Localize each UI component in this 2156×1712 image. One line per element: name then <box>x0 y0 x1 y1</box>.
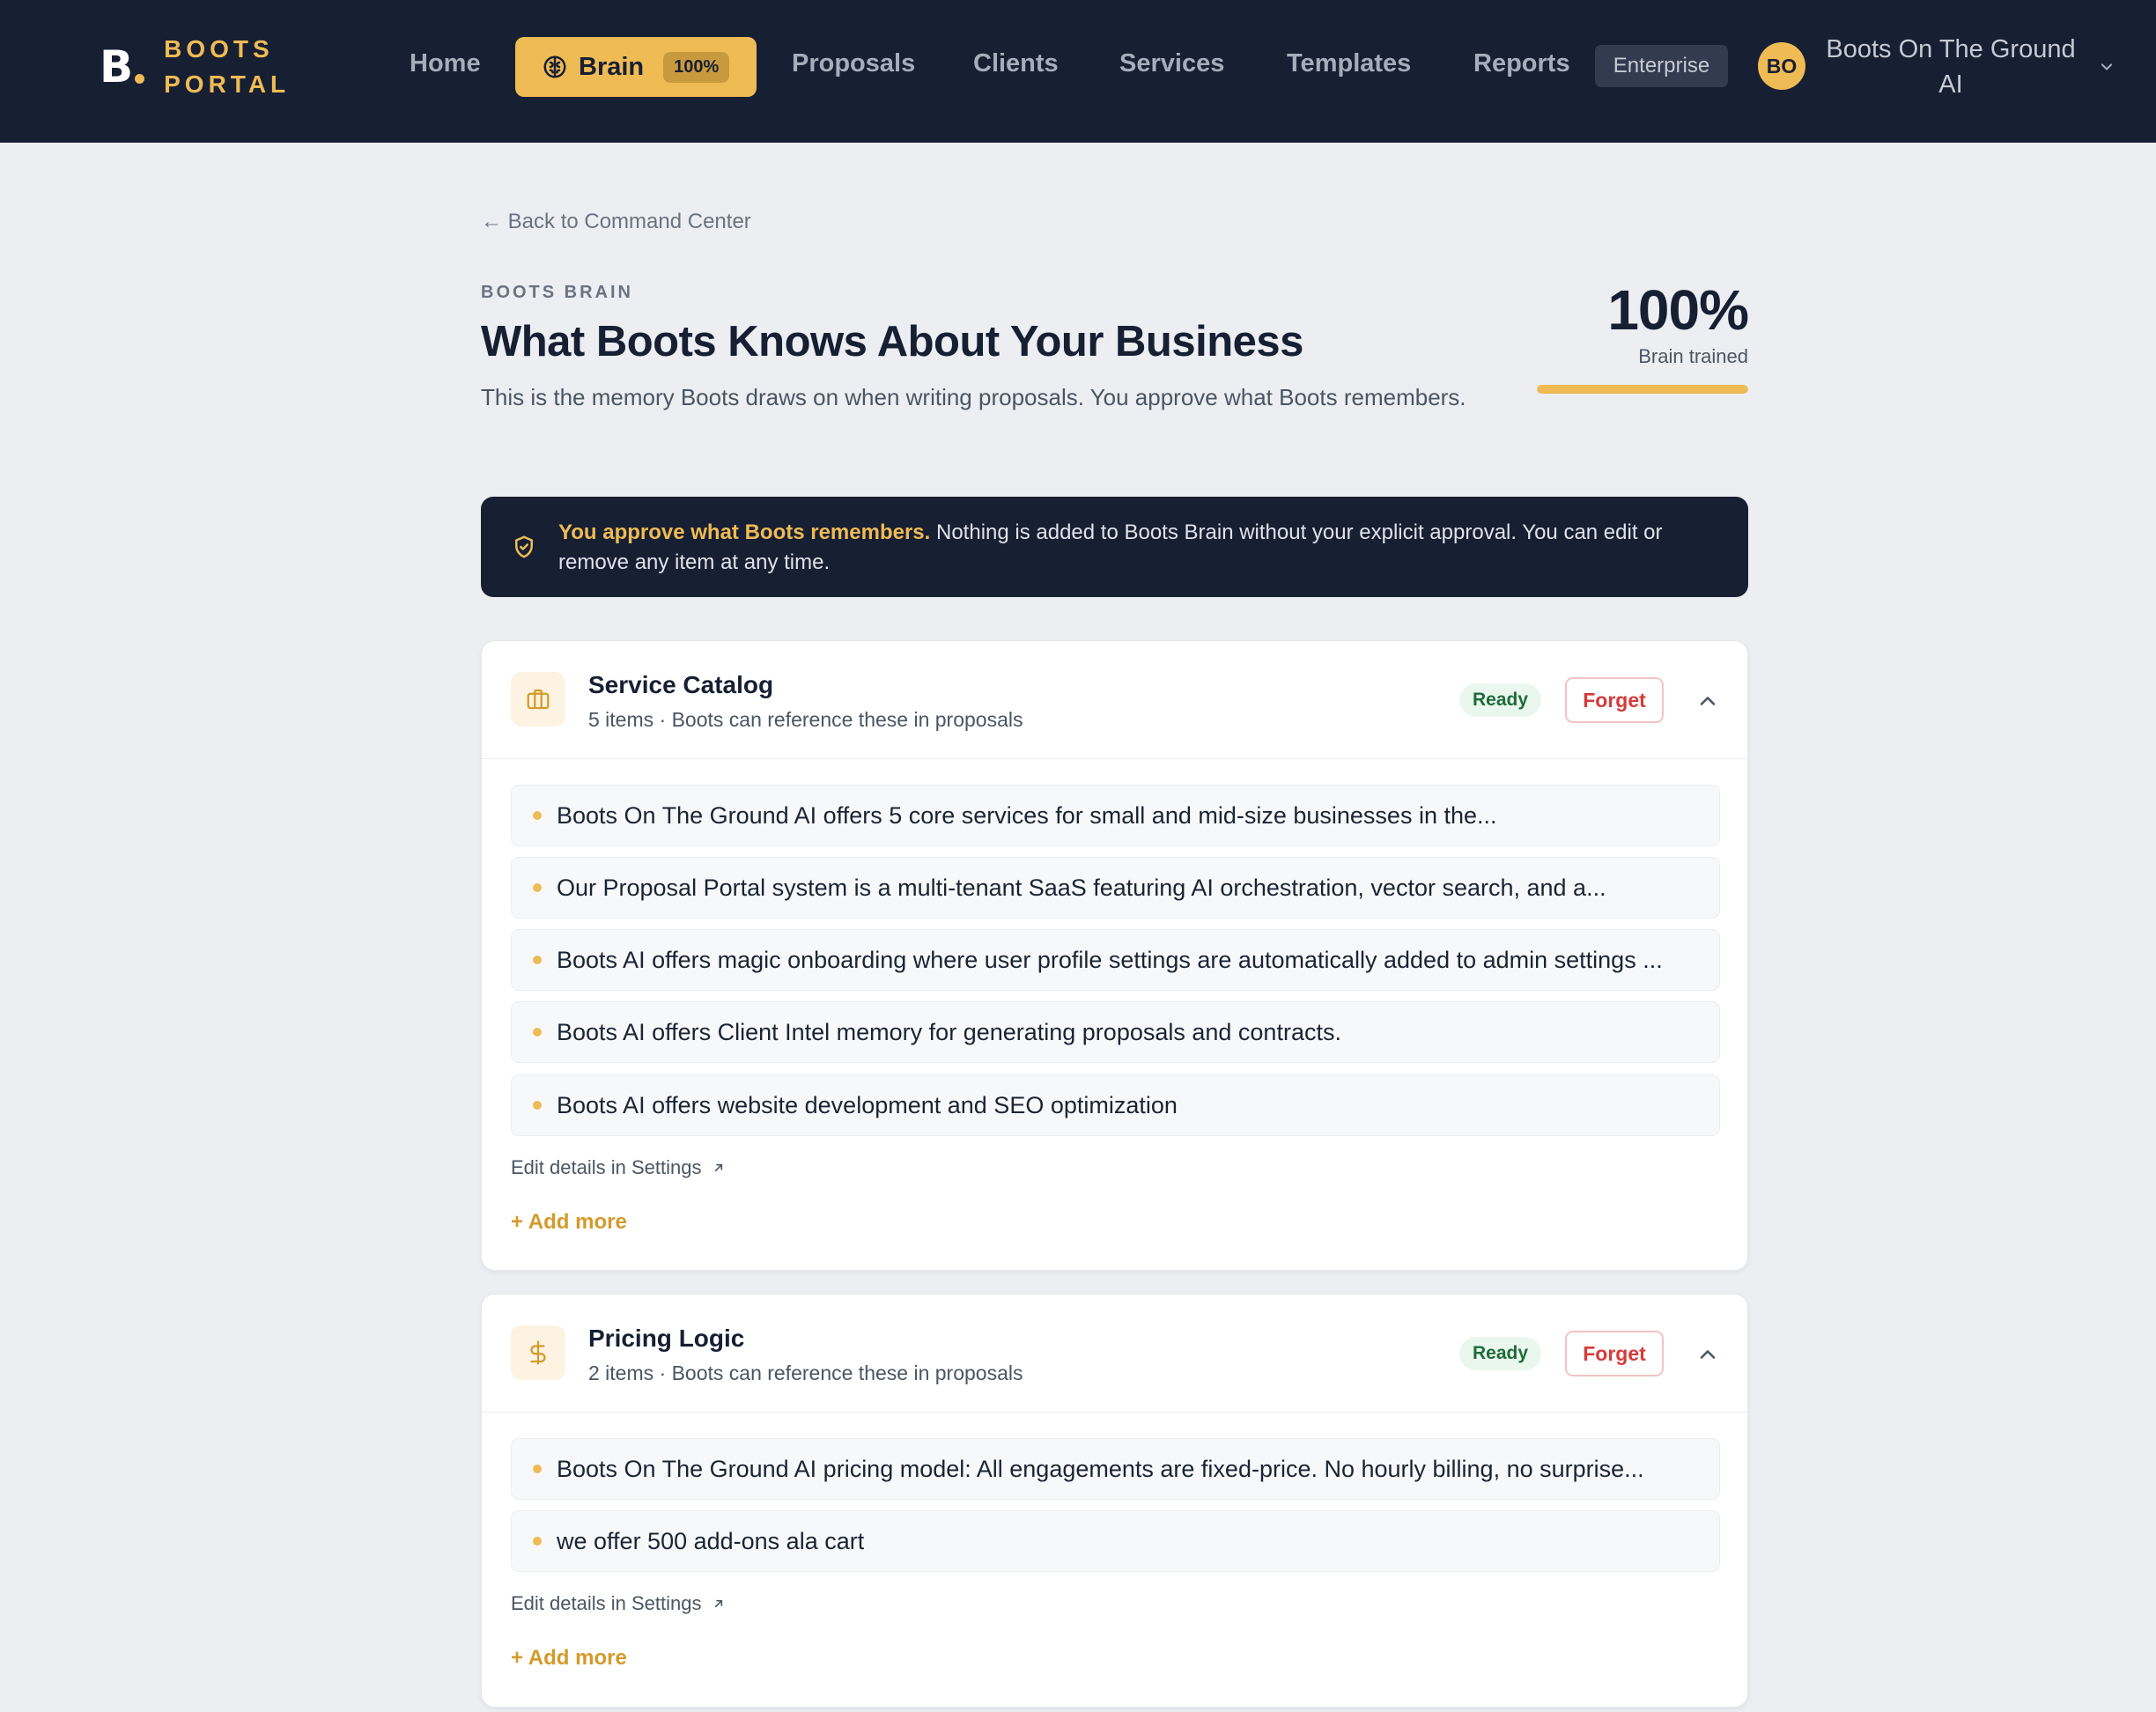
bullet-dot <box>533 1028 542 1037</box>
page-title: What Boots Knows About Your Business <box>481 318 1303 365</box>
bullet-dot <box>533 1101 542 1110</box>
brain-icon <box>543 55 566 78</box>
nav-proposals[interactable]: Proposals <box>792 49 915 78</box>
bullet-dot <box>533 1537 542 1546</box>
memory-item[interactable]: Boots On The Ground AI pricing model: Al… <box>511 1438 1720 1500</box>
bullet-dot <box>533 956 542 964</box>
bullet-dot <box>533 811 542 820</box>
logo-line-2: PORTAL <box>164 70 291 98</box>
card-title: Pricing Logic <box>588 1325 745 1352</box>
briefcase-icon <box>527 689 550 710</box>
add-more-button[interactable]: + Add more <box>511 1210 627 1235</box>
bullet-dot <box>533 883 542 892</box>
notice-text: You approve what Boots remembers. Nothin… <box>558 518 1721 578</box>
memory-item-text: we offer 500 add-ons ala cart <box>557 1527 865 1554</box>
card-subtitle: 5 items · Boots can reference these in p… <box>588 708 1023 731</box>
account-name-line-1: Boots On The Ground <box>1826 35 2076 63</box>
memory-item[interactable]: Boots AI offers magic onboarding where u… <box>511 929 1720 991</box>
logo-wordmark: BOOTS PORTAL <box>164 32 290 102</box>
service-catalog-card: Service Catalog 5 items · Boots can refe… <box>481 640 1748 1271</box>
memory-item-text: Boots AI offers magic onboarding where u… <box>557 946 1663 973</box>
nav-brain-active[interactable]: Brain 100% <box>515 37 757 97</box>
memory-item[interactable]: Our Proposal Portal system is a multi-te… <box>511 857 1720 919</box>
bullet-dot <box>533 1465 542 1473</box>
brain-trained-percent: 100% <box>1607 278 1749 342</box>
add-more-button[interactable]: + Add more <box>511 1646 627 1671</box>
card-icon-container <box>511 672 565 727</box>
approval-notice-banner: You approve what Boots remembers. Nothin… <box>481 497 1748 597</box>
card-title: Service Catalog <box>588 671 774 698</box>
nav-brain-label: Brain <box>579 52 645 81</box>
brain-percent-pill: 100% <box>663 51 730 83</box>
edit-link-label: Edit details in Settings <box>511 1592 702 1614</box>
card-header: Service Catalog 5 items · Boots can refe… <box>482 641 1747 759</box>
account-name-line-2: AI <box>1938 70 1963 99</box>
nav-reports[interactable]: Reports <box>1473 49 1570 78</box>
chevron-up-icon[interactable] <box>1695 1342 1720 1367</box>
logo-mark: B <box>100 41 134 92</box>
card-subtitle: 2 items · Boots can reference these in p… <box>588 1361 1023 1384</box>
edit-in-settings-link[interactable]: Edit details in Settings <box>511 1156 726 1179</box>
memory-item-text: Boots On The Ground AI pricing model: Al… <box>557 1455 1644 1482</box>
top-navigation-bar: B BOOTS PORTAL Home Brain 100% Proposals… <box>0 0 2156 143</box>
edit-in-settings-link[interactable]: Edit details in Settings <box>511 1592 726 1615</box>
memory-item[interactable]: we offer 500 add-ons ala cart <box>511 1510 1720 1572</box>
card-icon-container <box>511 1325 565 1380</box>
memory-item[interactable]: Boots AI offers Client Intel memory for … <box>511 1001 1720 1063</box>
forget-button[interactable]: Forget <box>1565 1331 1664 1376</box>
plan-badge: Enterprise <box>1595 45 1728 87</box>
nav-services[interactable]: Services <box>1119 49 1224 78</box>
memory-item[interactable]: Boots AI offers website development and … <box>511 1074 1720 1136</box>
memory-item-text: Boots AI offers website development and … <box>557 1091 1178 1118</box>
back-to-command-center-link[interactable]: ← Back to Command Center <box>481 210 751 234</box>
memory-item[interactable]: Boots On The Ground AI offers 5 core ser… <box>511 785 1720 846</box>
external-arrow-icon <box>715 1163 723 1172</box>
avatar[interactable]: BO <box>1758 42 1805 90</box>
logo-line-1: BOOTS <box>164 35 274 63</box>
logo-dot <box>135 73 145 84</box>
memory-item-text: Boots AI offers Client Intel memory for … <box>557 1018 1341 1045</box>
notice-strong-text: You approve what Boots remembers. <box>558 520 931 544</box>
brain-trained-label: Brain trained <box>1638 345 1748 367</box>
section-eyebrow: BOOTS BRAIN <box>481 283 633 302</box>
memory-item-text: Our Proposal Portal system is a multi-te… <box>557 874 1606 901</box>
status-badge: Ready <box>1459 1337 1541 1370</box>
status-badge: Ready <box>1459 683 1541 717</box>
chevron-up-icon[interactable] <box>1695 689 1720 713</box>
memory-item-text: Boots On The Ground AI offers 5 core ser… <box>557 801 1497 829</box>
external-arrow-icon <box>715 1599 723 1608</box>
account-name[interactable]: Boots On The Ground AI <box>1819 32 2083 102</box>
page-subtitle: This is the memory Boots draws on when w… <box>481 384 1466 410</box>
forget-button[interactable]: Forget <box>1565 677 1664 723</box>
dollar-icon <box>530 1340 546 1365</box>
nav-home[interactable]: Home <box>410 49 481 78</box>
brain-trained-progress-fill <box>1537 385 1748 394</box>
nav-clients[interactable]: Clients <box>973 49 1059 78</box>
chevron-down-icon[interactable] <box>2098 58 2115 76</box>
pricing-logic-card: Pricing Logic 2 items · Boots can refere… <box>481 1294 1748 1708</box>
edit-link-label: Edit details in Settings <box>511 1156 702 1178</box>
brand-logo[interactable]: B BOOTS PORTAL <box>100 32 290 102</box>
brain-trained-progress-bar <box>1537 385 1748 394</box>
card-header: Pricing Logic 2 items · Boots can refere… <box>482 1295 1747 1413</box>
nav-templates[interactable]: Templates <box>1287 49 1411 78</box>
shield-check-icon <box>515 535 533 558</box>
